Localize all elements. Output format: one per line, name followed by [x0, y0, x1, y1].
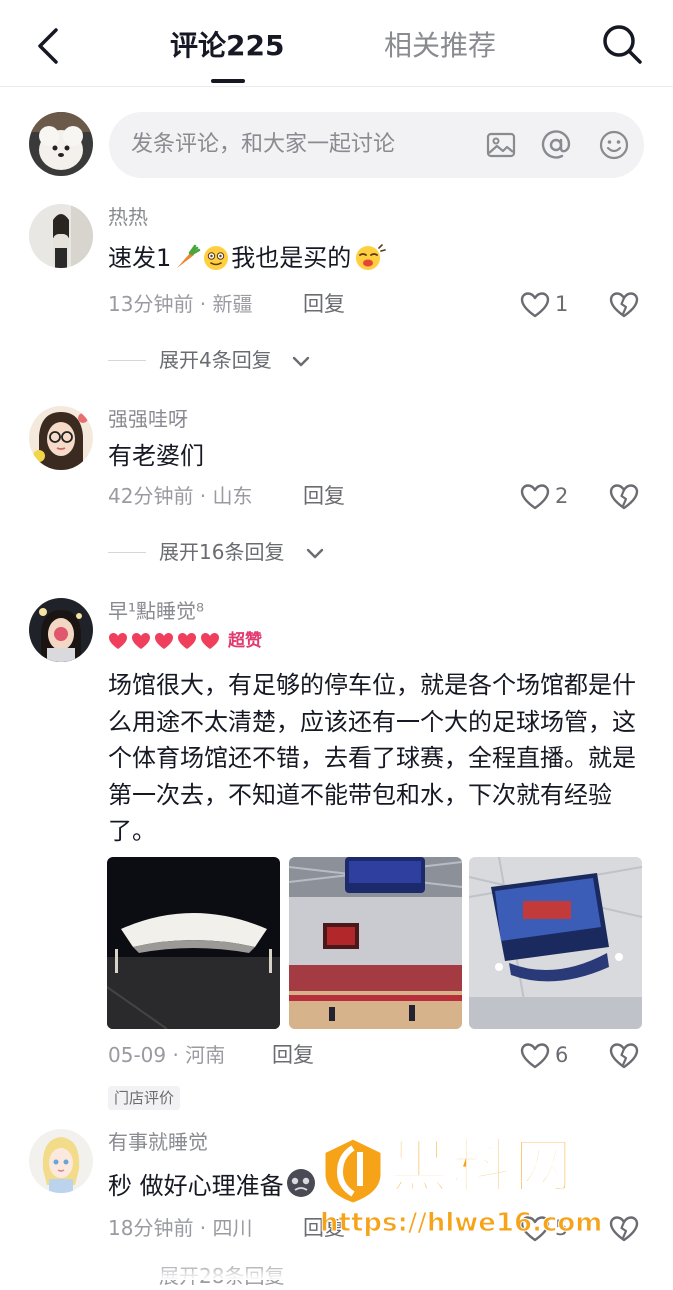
top-bar: 评论225 相关推荐: [0, 0, 673, 87]
expand-divider: [108, 552, 146, 553]
comment-time: 18分钟前: [108, 1216, 194, 1240]
bottom-fade: [0, 1262, 673, 1280]
mention-icon[interactable]: [540, 129, 572, 161]
heart-outline-icon[interactable]: [520, 483, 550, 511]
comment-time: 42分钟前: [108, 484, 194, 508]
comment-username[interactable]: 有事就睡觉: [108, 1128, 208, 1156]
reply-button[interactable]: 回复: [303, 482, 345, 510]
meta-separator: ·: [193, 1216, 213, 1240]
meta-separator: ·: [193, 484, 213, 508]
reply-button[interactable]: 回复: [272, 1041, 314, 1069]
comment-username[interactable]: 早¹點睡觉⁸: [108, 597, 204, 625]
rating-label: 超赞: [228, 631, 262, 651]
comment-meta: 05-09 · 河南: [108, 1041, 225, 1069]
watermark-url: https://hlwe16.com: [319, 1208, 603, 1239]
avatar[interactable]: [29, 406, 93, 470]
comment-text-part: 秒 做好心理准备: [108, 1172, 284, 1200]
broken-heart-icon[interactable]: [609, 1214, 639, 1244]
like-count: 6: [555, 1043, 569, 1067]
comment-composer[interactable]: [109, 112, 644, 178]
chevron-down-icon[interactable]: [305, 547, 325, 561]
comment-location: 山东: [212, 484, 253, 508]
comment-time: 05-09: [108, 1043, 167, 1067]
carrot-emoji-icon: [177, 244, 201, 268]
comment-text-part: 我也是买的: [231, 244, 352, 272]
dizzy-face-emoji-icon: [204, 246, 229, 270]
rating-hearts: [108, 631, 223, 653]
expand-divider: [108, 360, 146, 361]
reply-button[interactable]: 回复: [303, 290, 345, 318]
review-photo-stadium-night[interactable]: [107, 857, 280, 1029]
meta-separator: ·: [166, 1043, 186, 1067]
tab-comments[interactable]: 评论225: [170, 26, 284, 66]
comment-text-part: 速发1: [108, 244, 172, 272]
comment-input[interactable]: [131, 112, 461, 178]
tab-related[interactable]: 相关推荐: [384, 26, 496, 66]
comment-location: 新疆: [212, 292, 253, 316]
rating-heart-icon: [154, 631, 174, 651]
comment-meta: 13分钟前 · 新疆: [108, 290, 253, 318]
review-photo-arena-court[interactable]: [289, 857, 462, 1029]
watermark-logo-icon: [322, 1136, 384, 1206]
review-photo-scoreboard[interactable]: [469, 857, 642, 1029]
image-icon[interactable]: [485, 129, 517, 161]
comment-username[interactable]: 热热: [108, 203, 148, 231]
expand-replies[interactable]: 展开16条回复: [159, 538, 284, 566]
comment-location: 河南: [185, 1043, 226, 1067]
emoji-icon[interactable]: [598, 129, 630, 161]
comment-text: 有老婆们: [108, 442, 204, 470]
comment-meta: 42分钟前 · 山东: [108, 482, 253, 510]
search-icon[interactable]: [600, 22, 644, 66]
avatar[interactable]: [29, 204, 93, 268]
broken-heart-icon[interactable]: [609, 1041, 639, 1071]
broken-heart-icon[interactable]: [609, 482, 639, 512]
back-arrow-icon[interactable]: [30, 24, 66, 68]
comment-time: 13分钟前: [108, 292, 194, 316]
comment-username[interactable]: 强强哇呀: [108, 405, 188, 433]
meta-separator: ·: [193, 292, 213, 316]
heart-outline-icon[interactable]: [520, 1042, 550, 1070]
watermark-title: 黑料网: [389, 1131, 577, 1201]
rating-heart-icon: [108, 631, 128, 651]
broken-heart-icon[interactable]: [609, 290, 639, 320]
rating-heart-icon: [177, 631, 197, 651]
comment-location: 四川: [212, 1216, 253, 1240]
avatar[interactable]: [29, 1129, 93, 1193]
rating-heart-icon: [131, 631, 151, 651]
like-count: 1: [555, 292, 569, 316]
comment-text: 场馆很大，有足够的停车位，就是各个场馆都是什么用途不太清楚，应该还有一个大的足球…: [108, 671, 636, 845]
my-avatar[interactable]: [29, 112, 93, 176]
smirk-face-emoji-icon: [356, 244, 387, 270]
active-tab-indicator: [211, 79, 245, 83]
rating-heart-icon: [200, 631, 220, 651]
skull-face-emoji-icon: [286, 1169, 315, 1197]
chevron-down-icon[interactable]: [291, 355, 311, 369]
expand-replies[interactable]: 展开4条回复: [159, 346, 272, 374]
avatar[interactable]: [29, 598, 93, 662]
store-review-tag[interactable]: 门店评价: [108, 1086, 181, 1110]
comment-meta: 18分钟前 · 四川: [108, 1214, 253, 1242]
heart-outline-icon[interactable]: [520, 291, 550, 319]
comment-text: 速发1 我也是买的: [108, 240, 643, 276]
like-count: 2: [555, 484, 569, 508]
